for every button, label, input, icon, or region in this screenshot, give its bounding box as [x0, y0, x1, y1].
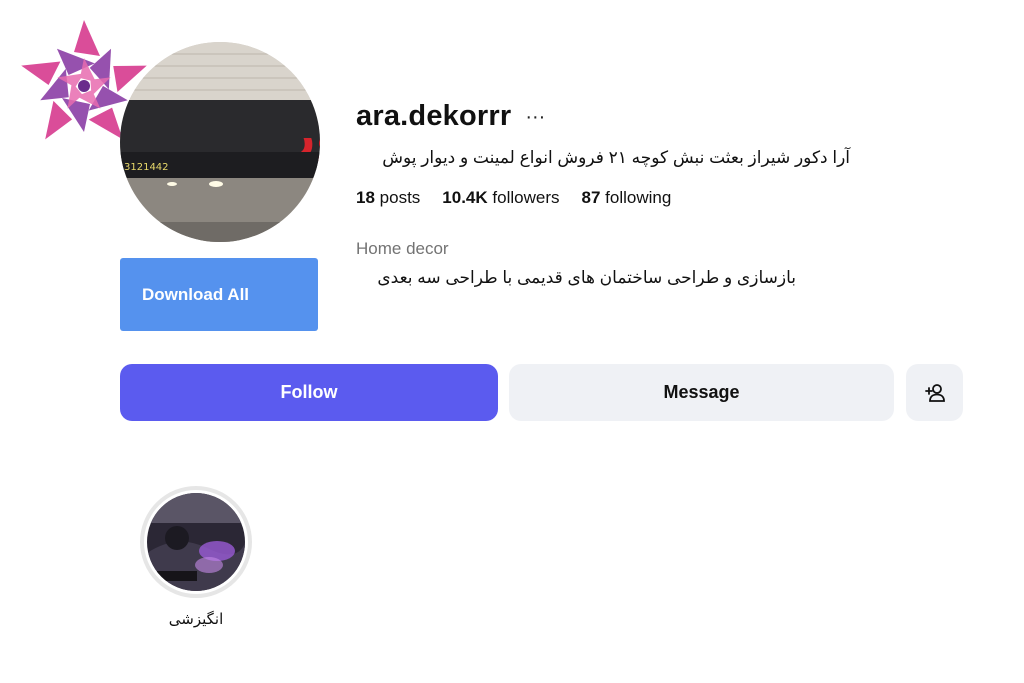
username: ara.dekorrr: [356, 100, 512, 132]
following-stat[interactable]: 87 following: [582, 188, 672, 208]
posts-label: posts: [379, 188, 421, 207]
followers-count: 10.4K: [442, 188, 488, 207]
more-options-icon[interactable]: ···: [525, 107, 545, 127]
download-all-button[interactable]: Download All: [120, 258, 318, 331]
following-count: 87: [581, 188, 601, 207]
posts-count: 18: [356, 188, 375, 207]
followers-label: followers: [492, 188, 560, 207]
followers-stat[interactable]: 10.4K followers: [442, 188, 559, 208]
download-all-label: Download All: [142, 284, 250, 304]
message-label: Message: [663, 382, 740, 402]
profile-avatar[interactable]: آرا دکور 3121442: [120, 42, 320, 242]
follow-label: Follow: [280, 382, 338, 402]
highlight-ring: [140, 486, 252, 598]
add-user-icon: [924, 383, 945, 402]
highlight-label: انگیزشی: [168, 611, 224, 628]
following-label: following: [605, 188, 672, 207]
message-button[interactable]: Message: [509, 364, 894, 421]
profile-category: Home decor: [356, 239, 449, 258]
username-row: ara.dekorrr ···: [356, 100, 545, 133]
story-highlight[interactable]: انگیزشی: [140, 486, 252, 628]
highlight-cover-image: [147, 493, 245, 591]
avatar-phone-text: 3121442: [124, 162, 169, 173]
suggested-users-button[interactable]: [906, 364, 963, 421]
profile-bio: بازسازی و طراحی ساختمان های قدیمی با طرا…: [377, 268, 796, 287]
profile-full-name: آرا دکور شیراز بعثت نبش کوچه ۲۱ فروش انو…: [382, 148, 850, 167]
posts-stat[interactable]: 18 posts: [356, 188, 420, 208]
profile-stats: 18 posts 10.4K followers 87 following: [356, 188, 671, 208]
follow-button[interactable]: Follow: [120, 364, 498, 421]
